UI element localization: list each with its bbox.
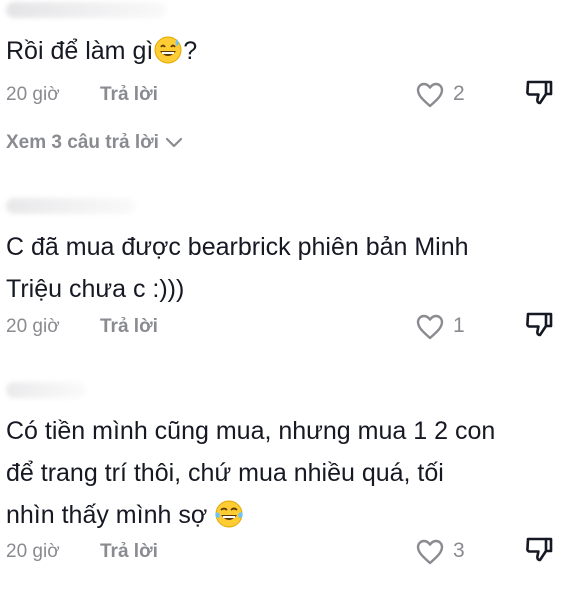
- thumb-down-icon[interactable]: [524, 78, 554, 108]
- tears-of-joy-emoji: [215, 500, 243, 528]
- reply-button[interactable]: Trả lời: [100, 316, 158, 338]
- heart-outline-icon[interactable]: [416, 539, 444, 565]
- comment-text-part: C đã mua được bearbrick phiên bản Minh T…: [6, 233, 469, 303]
- like-count: 3: [453, 539, 465, 562]
- commenter-name-blurred: [6, 198, 136, 214]
- reply-button[interactable]: Trả lời: [100, 541, 158, 563]
- chevron-down-icon: [165, 137, 183, 148]
- reply-button[interactable]: Trả lời: [100, 84, 158, 106]
- comment-text-part: Có tiền mình cũng mua, nhưng mua 1 2 con…: [6, 417, 496, 529]
- comment-text: Có tiền mình cũng mua, nhưng mua 1 2 con…: [6, 410, 566, 536]
- comment-text-part: Rồi để làm gì: [6, 37, 154, 65]
- thumb-down-icon[interactable]: [524, 310, 554, 340]
- like-count: 1: [453, 314, 465, 337]
- comment-time: 20 giờ: [6, 84, 60, 105]
- heart-outline-icon[interactable]: [416, 82, 444, 108]
- grinning-sweat-emoji: [154, 36, 182, 64]
- commenter-name-blurred: [6, 382, 86, 398]
- view-replies-label: Xem 3 câu trả lời: [6, 132, 159, 153]
- thumb-down-icon[interactable]: [524, 535, 554, 565]
- comment-time: 20 giờ: [6, 316, 60, 337]
- comment-time: 20 giờ: [6, 541, 60, 562]
- commenter-name-blurred: [6, 2, 166, 18]
- heart-outline-icon[interactable]: [416, 314, 444, 340]
- like-count: 2: [453, 82, 465, 105]
- comment-text: C đã mua được bearbrick phiên bản Minh T…: [6, 226, 566, 310]
- comment-text: Rồi để làm gì?: [6, 30, 566, 72]
- view-replies-button[interactable]: Xem 3 câu trả lời: [6, 132, 183, 154]
- comment-text-part: ?: [183, 37, 198, 65]
